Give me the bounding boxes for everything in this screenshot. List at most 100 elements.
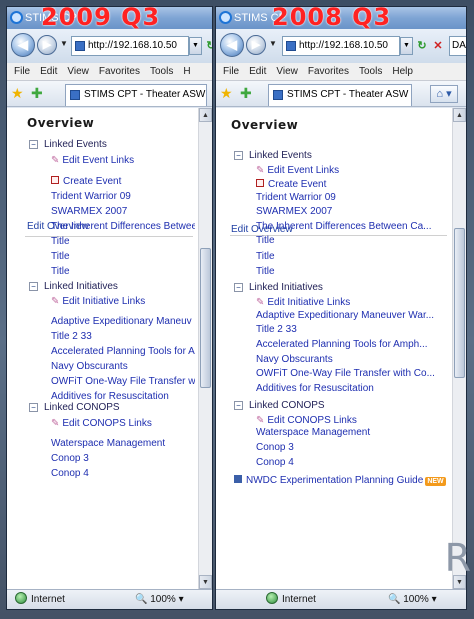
address-dropdown[interactable]: ▼ xyxy=(189,37,202,55)
vertical-scrollbar[interactable]: ▲ ▼ xyxy=(452,108,466,589)
tree-item-link[interactable]: Conop 3 xyxy=(256,441,449,454)
menu-tools[interactable]: Tools xyxy=(150,66,173,77)
tree-action-link[interactable]: ✎ Edit Initiative Links xyxy=(256,296,449,309)
tree-item-link[interactable]: The Inherent Differences Between Ca... xyxy=(256,220,449,233)
menu-view[interactable]: View xyxy=(276,66,298,77)
page-icon xyxy=(75,41,85,51)
collapse-icon[interactable]: − xyxy=(29,282,38,291)
tree-label: NWDC Experimentation Planning Guide xyxy=(246,475,424,486)
tree-item-link[interactable]: The Inherent Differences Betwee xyxy=(51,220,195,233)
menu-file[interactable]: File xyxy=(223,66,239,77)
tree-section: − Linked Events xyxy=(29,138,195,151)
tree-item-link[interactable]: Waterspace Management xyxy=(51,437,195,450)
tree-item-link[interactable]: Conop 3 xyxy=(51,452,195,465)
tree-label: Edit Event Links xyxy=(267,165,340,176)
scroll-thumb[interactable] xyxy=(454,228,465,378)
scroll-up-arrow[interactable]: ▲ xyxy=(199,108,212,122)
scroll-up-arrow[interactable]: ▲ xyxy=(453,108,466,122)
tree-item-link[interactable]: Title xyxy=(256,250,449,263)
tree-item-link[interactable]: Waterspace Management xyxy=(256,426,449,439)
tree-item-link[interactable]: Adaptive Expeditionary Maneuver War... xyxy=(256,309,449,322)
ie-logo-icon xyxy=(10,11,23,24)
recent-pages-dropdown[interactable]: ▼ xyxy=(60,39,68,48)
tree-item-link[interactable]: Trident Warrior 09 xyxy=(256,191,449,204)
browser-tab[interactable]: STIMS CPT - Theater ASW xyxy=(268,84,412,106)
menu-help[interactable]: Help xyxy=(392,66,413,77)
zoom-level[interactable]: 🔍 100% ▾ xyxy=(135,590,184,609)
tree-item-link[interactable]: Title 2 33 xyxy=(51,330,195,343)
tree-item-link[interactable]: Title xyxy=(51,250,195,263)
tree-action-link[interactable]: Create Event xyxy=(51,175,195,188)
background-letter: R xyxy=(444,536,471,580)
tree-item-link[interactable]: Title xyxy=(256,265,449,278)
tree-item-link[interactable]: Conop 4 xyxy=(256,456,449,469)
tree-item-link[interactable]: OWFiT One-Way File Transfer wi xyxy=(51,375,195,388)
tree-action-link[interactable]: ✎ Edit Event Links xyxy=(51,154,195,167)
address-bar[interactable]: http://192.168.10.50 xyxy=(71,36,189,56)
tree-item-link[interactable]: Title xyxy=(256,234,449,247)
year-label-2008: 2008 Q3 xyxy=(272,6,392,31)
forward-button[interactable]: ▶ xyxy=(37,35,57,55)
tree-item-link[interactable]: SWARMEX 2007 xyxy=(51,205,195,218)
menu-tools[interactable]: Tools xyxy=(359,66,382,77)
collapse-icon[interactable]: − xyxy=(29,403,38,412)
refresh-icon[interactable]: ↻ xyxy=(414,38,430,54)
menu-edit[interactable]: Edit xyxy=(249,66,266,77)
address-dropdown[interactable]: ▼ xyxy=(400,37,413,55)
tree-item-link[interactable]: OWFiT One-Way File Transfer with Co... xyxy=(256,367,449,380)
edit-icon: ✎ xyxy=(256,415,265,426)
tree-action-link[interactable]: Create Event xyxy=(256,178,449,191)
tree-action-link[interactable]: ✎ Edit Initiative Links xyxy=(51,295,195,308)
status-bar: Internet 🔍 100% ▾ xyxy=(216,589,466,609)
menu-view[interactable]: View xyxy=(67,66,89,77)
collapse-icon[interactable]: − xyxy=(234,151,243,160)
forward-button[interactable]: ▶ xyxy=(246,35,266,55)
menu-favorites[interactable]: Favorites xyxy=(308,66,349,77)
menu-edit[interactable]: Edit xyxy=(40,66,57,77)
tree-item-link[interactable]: Additives for Resuscitation xyxy=(256,382,449,395)
menu-favorites[interactable]: Favorites xyxy=(99,66,140,77)
tree-item-link[interactable]: Accelerated Planning Tools for A xyxy=(51,345,195,358)
page-body: Overview Edit Overview − Linked Events ✎ Ed… xyxy=(7,108,197,589)
tree-item-link[interactable]: Title 2 33 xyxy=(256,323,449,336)
tree-item-link[interactable]: Title xyxy=(51,235,195,248)
refresh-icon[interactable]: ↻ xyxy=(203,38,212,54)
tree-item-link[interactable]: Title xyxy=(51,265,195,278)
tree-label: Create Event xyxy=(268,179,327,190)
vertical-scrollbar[interactable]: ▲ ▼ xyxy=(198,108,212,589)
tree-item-link[interactable]: Trident Warrior 09 xyxy=(51,190,195,203)
tree-label: Additives for Resuscitation xyxy=(256,383,374,394)
browser-tab[interactable]: STIMS CPT - Theater ASW xyxy=(65,84,207,106)
tree-item-link[interactable]: Accelerated Planning Tools for Amph... xyxy=(256,338,449,351)
tree-action-link[interactable]: ✎ Edit Event Links xyxy=(256,164,449,177)
collapse-icon[interactable]: − xyxy=(29,140,38,149)
collapse-icon[interactable]: − xyxy=(234,283,243,292)
tree-item-link[interactable]: Adaptive Expeditionary Maneuv xyxy=(51,315,195,328)
recent-pages-dropdown[interactable]: ▼ xyxy=(269,39,277,48)
zoom-level[interactable]: 🔍 100% ▾ xyxy=(388,590,437,609)
collapse-icon[interactable]: − xyxy=(234,401,243,410)
nwdc-guide-link[interactable]: NWDC Experimentation Planning Guide NEW xyxy=(234,474,449,487)
tree-item-link[interactable]: Navy Obscurants xyxy=(256,353,449,366)
back-button[interactable]: ◀ xyxy=(220,33,244,57)
address-bar[interactable]: http://192.168.10.50 xyxy=(282,36,400,56)
address-text: http://192.168.10.50 xyxy=(299,40,388,51)
tree-label: OWFiT One-Way File Transfer wi xyxy=(51,376,195,387)
add-favorite-icon[interactable]: ✚ xyxy=(240,85,252,101)
tree-item-link[interactable]: Conop 4 xyxy=(51,467,195,480)
search-box[interactable]: DA xyxy=(449,36,466,56)
add-favorite-icon[interactable]: ✚ xyxy=(31,85,43,101)
scroll-thumb[interactable] xyxy=(200,248,211,388)
favorites-star-icon[interactable]: ★ xyxy=(220,85,233,101)
tree-label: Title xyxy=(51,236,70,247)
back-button[interactable]: ◀ xyxy=(11,33,35,57)
menu-help[interactable]: H xyxy=(183,66,190,77)
tree-item-link[interactable]: Navy Obscurants xyxy=(51,360,195,373)
tree-action-link[interactable]: ✎ Edit CONOPS Links xyxy=(51,417,195,430)
scroll-down-arrow[interactable]: ▼ xyxy=(199,575,212,589)
home-button[interactable]: ⌂ ▾ xyxy=(430,85,458,103)
tree-item-link[interactable]: SWARMEX 2007 xyxy=(256,205,449,218)
favorites-star-icon[interactable]: ★ xyxy=(11,85,24,101)
stop-icon[interactable]: ✕ xyxy=(430,38,446,54)
menu-file[interactable]: File xyxy=(14,66,30,77)
